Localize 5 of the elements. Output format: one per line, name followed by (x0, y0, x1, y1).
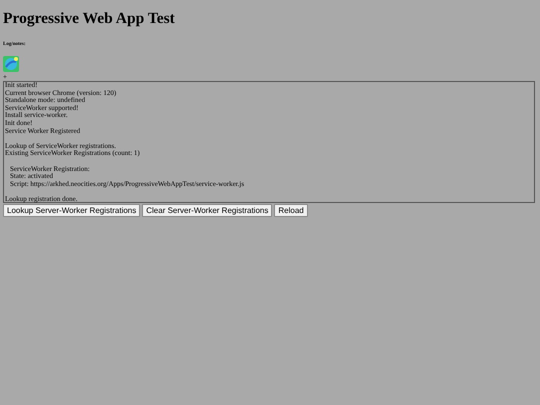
page-title: Progressive Web App Test (3, 10, 176, 28)
action-button[interactable]: Lookup Server-Worker Registrations (3, 204, 140, 217)
action-button[interactable]: Clear Server-Worker Registrations (142, 204, 272, 217)
action-button[interactable]: Reload (274, 204, 308, 217)
app-icon (3, 56, 19, 72)
